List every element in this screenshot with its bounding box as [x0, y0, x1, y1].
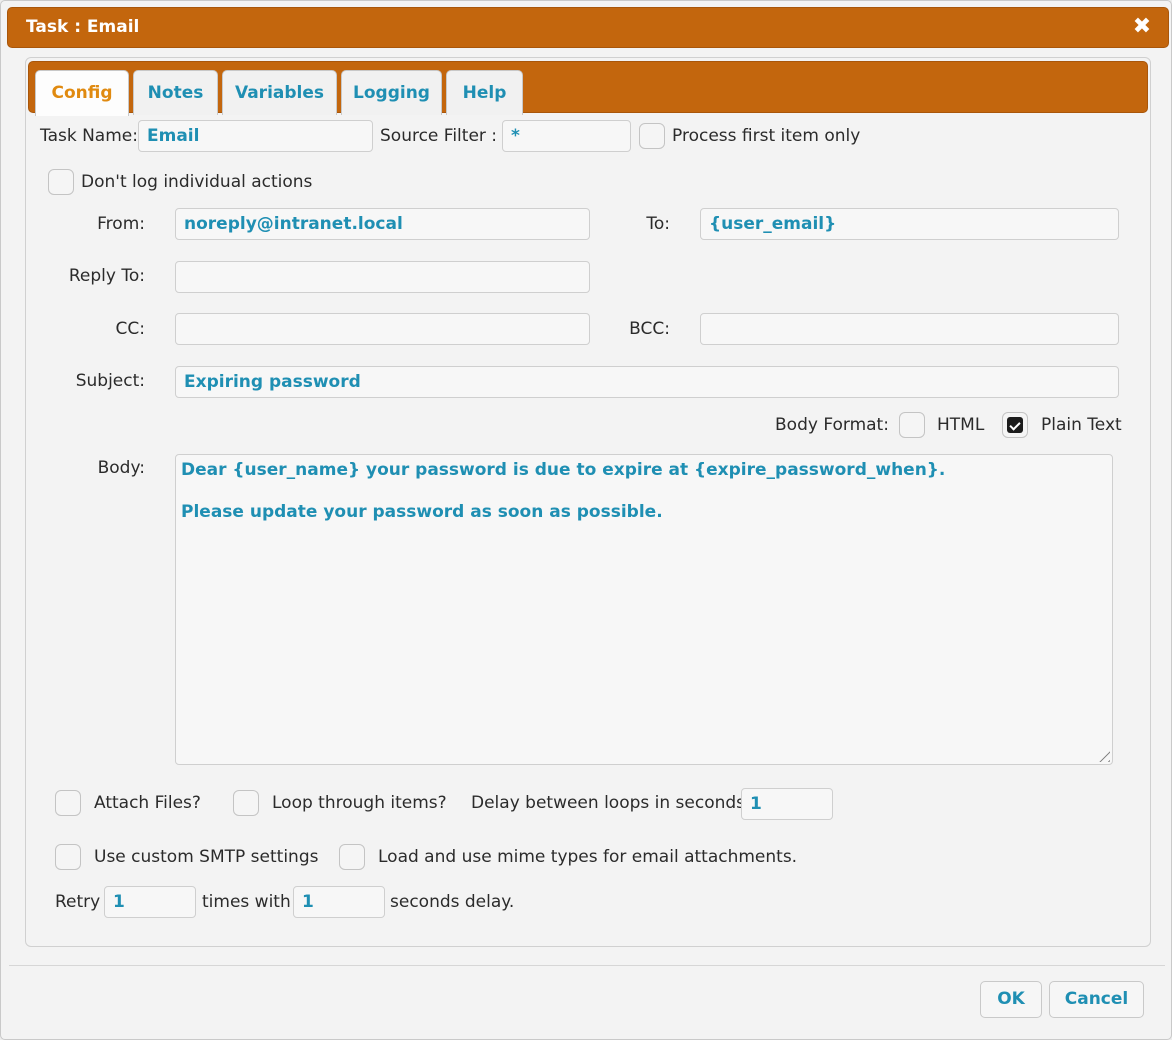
- title-bar[interactable]: Task : Email ✖: [7, 7, 1169, 48]
- mime-types-label: Load and use mime types for email attach…: [378, 847, 798, 867]
- bcc-input[interactable]: [700, 313, 1119, 345]
- tab-logging[interactable]: Logging: [341, 70, 442, 115]
- times-with-label: times with: [202, 892, 291, 912]
- from-input[interactable]: noreply@intranet.local: [175, 208, 590, 240]
- delay-label: Delay between loops in seconds:: [471, 793, 751, 813]
- footer-divider: [9, 965, 1165, 966]
- tab-help[interactable]: Help: [446, 70, 523, 115]
- resize-grip-icon[interactable]: [1094, 746, 1110, 762]
- delay-input[interactable]: 1: [741, 788, 833, 820]
- html-checkbox[interactable]: [899, 412, 925, 438]
- from-label: From:: [97, 214, 145, 234]
- loop-items-label: Loop through items?: [272, 793, 447, 813]
- custom-smtp-checkbox[interactable]: [55, 844, 81, 870]
- body-format-label: Body Format:: [775, 415, 889, 435]
- retry-label: Retry: [55, 892, 101, 912]
- attach-files-label: Attach Files?: [94, 793, 201, 813]
- close-icon[interactable]: ✖: [1130, 14, 1154, 40]
- body-label: Body:: [97, 458, 145, 478]
- task-dialog: Task : Email ✖ Config Notes Variables Lo…: [0, 0, 1172, 1040]
- tab-notes[interactable]: Notes: [133, 70, 218, 115]
- source-filter-input[interactable]: *: [502, 120, 631, 152]
- dont-log-label: Don't log individual actions: [81, 172, 313, 192]
- source-filter-label: Source Filter :: [380, 126, 498, 146]
- retry-delay-input[interactable]: 1: [293, 886, 385, 918]
- cancel-button[interactable]: Cancel: [1049, 981, 1144, 1018]
- tab-config[interactable]: Config: [35, 70, 129, 116]
- dont-log-checkbox[interactable]: [48, 169, 74, 195]
- process-first-checkbox[interactable]: [639, 123, 665, 149]
- dialog-title: Task : Email: [26, 17, 140, 37]
- plain-text-label: Plain Text: [1041, 415, 1122, 435]
- mime-types-checkbox[interactable]: [339, 844, 365, 870]
- subject-input[interactable]: Expiring password: [175, 366, 1119, 398]
- attach-files-checkbox[interactable]: [55, 790, 81, 816]
- to-label: To:: [646, 214, 670, 234]
- ok-button[interactable]: OK: [980, 981, 1042, 1018]
- html-label: HTML: [937, 415, 985, 435]
- body-line-2: Please update your password as soon as p…: [181, 502, 663, 522]
- custom-smtp-label: Use custom SMTP settings: [94, 847, 319, 867]
- process-first-label: Process first item only: [672, 126, 861, 146]
- seconds-delay-label: seconds delay.: [390, 892, 515, 912]
- body-textarea[interactable]: Dear {user_name} your password is due to…: [175, 454, 1113, 765]
- loop-items-checkbox[interactable]: [233, 790, 259, 816]
- task-name-input[interactable]: Email: [138, 120, 373, 152]
- tab-variables[interactable]: Variables: [222, 70, 337, 115]
- reply-to-input[interactable]: [175, 261, 590, 293]
- body-line-1: Dear {user_name} your password is due to…: [181, 460, 946, 480]
- cc-label: CC:: [115, 319, 145, 339]
- to-input[interactable]: {user_email}: [700, 208, 1119, 240]
- reply-to-label: Reply To:: [68, 266, 145, 286]
- subject-label: Subject:: [75, 371, 145, 391]
- tab-bar: Config Notes Variables Logging Help: [28, 61, 1148, 116]
- task-name-label: Task Name:: [40, 126, 138, 146]
- plain-text-checkbox[interactable]: [1002, 412, 1028, 438]
- retry-times-input[interactable]: 1: [104, 886, 196, 918]
- bcc-label: BCC:: [629, 319, 670, 339]
- cc-input[interactable]: [175, 313, 590, 345]
